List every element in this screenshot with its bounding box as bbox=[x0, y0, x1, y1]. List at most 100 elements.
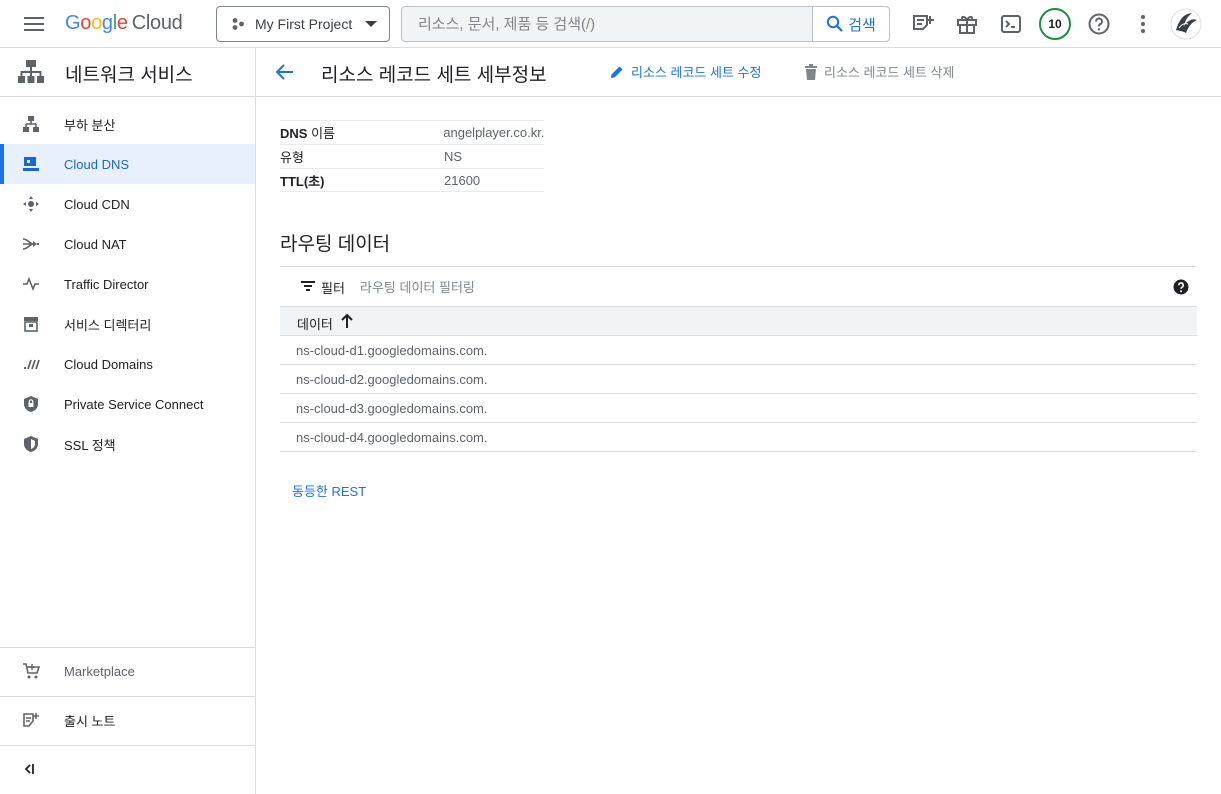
table-cell: ns-cloud-d1.googledomains.com. bbox=[296, 343, 488, 358]
dropdown-icon bbox=[365, 21, 377, 29]
property-value: 21600 bbox=[444, 172, 481, 188]
record-set-properties: DNS 이름 angelplayer.co.kr. 유형 NS TTL(초) 2… bbox=[280, 120, 544, 192]
avatar[interactable] bbox=[1170, 8, 1202, 40]
equivalent-rest-link[interactable]: 동등한 REST bbox=[292, 481, 366, 500]
sidebar-title: 네트워크 서비스 bbox=[65, 65, 193, 86]
cart-icon bbox=[22, 662, 40, 680]
sidebar-item-traffic-director[interactable]: Traffic Director bbox=[0, 264, 255, 304]
delete-record-set-label: 리소스 레코드 세트 삭제 bbox=[824, 65, 955, 80]
filter-label: 필터 bbox=[321, 281, 345, 296]
property-row-dns-name: DNS 이름 angelplayer.co.kr. bbox=[280, 120, 544, 144]
gift-icon[interactable] bbox=[955, 12, 979, 36]
ssl-policy-icon bbox=[22, 435, 40, 453]
property-key: TTL(초) bbox=[280, 173, 325, 189]
property-key: DNS 이름 bbox=[280, 126, 335, 141]
property-row-type: 유형 NS bbox=[280, 144, 544, 168]
network-services-icon bbox=[17, 59, 45, 85]
column-header-data[interactable]: 데이터 bbox=[280, 307, 1197, 336]
sidebar-item-label: Private Service Connect bbox=[64, 396, 204, 412]
release-notes-icon bbox=[22, 711, 40, 729]
routing-data-table: 필터 데이터 ns-cloud-d1.googledomains.com. ns… bbox=[280, 266, 1197, 452]
sidebar-item-label: 서비스 디렉터리 bbox=[64, 317, 152, 333]
table-row: ns-cloud-d1.googledomains.com. bbox=[280, 336, 1197, 365]
table-cell: ns-cloud-d4.googledomains.com. bbox=[296, 430, 488, 445]
table-row: ns-cloud-d3.googledomains.com. bbox=[280, 394, 1197, 423]
sidebar-divider bbox=[0, 745, 255, 746]
sidebar-header: 네트워크 서비스 bbox=[0, 48, 255, 97]
sidebar-item-private-service-connect[interactable]: Private Service Connect bbox=[0, 384, 255, 424]
property-row-ttl: TTL(초) 21600 bbox=[280, 168, 544, 192]
notes-icon[interactable] bbox=[911, 12, 935, 36]
sidebar-item-cloud-dns[interactable]: Cloud DNS bbox=[0, 144, 255, 184]
arrow-up-icon bbox=[340, 313, 354, 329]
project-icon bbox=[231, 17, 245, 31]
private-service-connect-icon bbox=[22, 395, 40, 413]
search-button[interactable]: 검색 bbox=[812, 7, 889, 41]
sidebar-item-service-directory[interactable]: 서비스 디렉터리 bbox=[0, 304, 255, 344]
sidebar-divider bbox=[0, 647, 255, 648]
search-bar: 검색 bbox=[401, 6, 890, 42]
sidebar-item-cloud-cdn[interactable]: Cloud CDN bbox=[0, 184, 255, 224]
dns-icon bbox=[22, 155, 40, 173]
help-icon[interactable] bbox=[1087, 12, 1111, 36]
project-name: My First Project bbox=[255, 16, 353, 32]
sidebar-item-label: SSL 정책 bbox=[64, 437, 116, 453]
sidebar-item-label: Cloud Domains bbox=[64, 356, 153, 372]
domains-icon bbox=[22, 355, 40, 373]
sidebar-item-cloud-domains[interactable]: Cloud Domains bbox=[0, 344, 255, 384]
notification-badge[interactable]: 10 bbox=[1039, 8, 1071, 40]
nat-icon bbox=[22, 235, 40, 253]
filter-bar: 필터 bbox=[280, 266, 1197, 307]
sidebar-item-label: Cloud CDN bbox=[64, 196, 130, 212]
collapse-sidebar-button[interactable] bbox=[0, 749, 255, 789]
table-row: ns-cloud-d2.googledomains.com. bbox=[280, 365, 1197, 394]
more-vert-icon[interactable] bbox=[1131, 12, 1155, 36]
search-button-label: 검색 bbox=[848, 16, 876, 34]
cdn-icon bbox=[22, 195, 40, 213]
page-title: 리소스 레코드 세트 세부정보 bbox=[321, 65, 547, 86]
table-cell: ns-cloud-d3.googledomains.com. bbox=[296, 401, 488, 416]
edit-record-set-button[interactable]: 리소스 레코드 세트 수정 bbox=[609, 62, 761, 81]
back-arrow-icon[interactable] bbox=[274, 61, 296, 83]
terminal-icon[interactable] bbox=[999, 12, 1023, 36]
google-cloud-logo[interactable]: Google Cloud bbox=[65, 12, 183, 35]
table-cell: ns-cloud-d2.googledomains.com. bbox=[296, 372, 488, 387]
service-directory-icon bbox=[22, 315, 40, 333]
sidebar: 네트워크 서비스 부하 분산 Cloud DNS Cloud CDN Cloud… bbox=[0, 48, 256, 794]
property-key: 유형 bbox=[280, 150, 304, 165]
menu-icon[interactable] bbox=[22, 13, 46, 35]
property-value: NS bbox=[444, 149, 463, 164]
top-bar: GoogleCloud My First Project 검색 10 bbox=[0, 0, 1221, 48]
filter-icon bbox=[301, 281, 315, 291]
trash-icon bbox=[804, 63, 818, 80]
edit-record-set-label: 리소스 레코드 세트 수정 bbox=[631, 65, 762, 80]
filter-input[interactable] bbox=[360, 274, 1120, 300]
sidebar-divider bbox=[0, 696, 255, 697]
sidebar-item-label: Cloud DNS bbox=[64, 156, 130, 172]
sidebar-item-ssl-policy[interactable]: SSL 정책 bbox=[0, 424, 255, 464]
search-icon bbox=[826, 15, 844, 33]
delete-record-set-button[interactable]: 리소스 레코드 세트 삭제 bbox=[804, 62, 954, 81]
column-header-label: 데이터 bbox=[297, 317, 333, 332]
routing-data-title: 라우팅 데이터 bbox=[280, 234, 391, 255]
table-row: ns-cloud-d4.googledomains.com. bbox=[280, 423, 1197, 452]
page-header: 리소스 레코드 세트 세부정보 리소스 레코드 세트 수정 리소스 레코드 세트… bbox=[256, 48, 1221, 97]
sidebar-item-label: Traffic Director bbox=[64, 276, 149, 292]
pencil-icon bbox=[609, 64, 625, 80]
sidebar-item-label: Cloud NAT bbox=[64, 236, 127, 252]
sidebar-item-load-balancing[interactable]: 부하 분산 bbox=[0, 104, 255, 144]
property-value: angelplayer.co.kr. bbox=[443, 125, 544, 140]
load-balancing-icon bbox=[22, 115, 40, 133]
help-circle-icon[interactable] bbox=[1173, 279, 1189, 295]
sidebar-item-release-notes[interactable]: 출시 노트 bbox=[0, 700, 255, 740]
sidebar-item-label: 출시 노트 bbox=[64, 713, 116, 729]
sidebar-item-label: 부하 분산 bbox=[64, 117, 116, 133]
collapse-icon bbox=[22, 760, 40, 778]
traffic-director-icon bbox=[22, 275, 40, 293]
sidebar-item-label: Marketplace bbox=[64, 663, 135, 679]
main-content: 리소스 레코드 세트 세부정보 리소스 레코드 세트 수정 리소스 레코드 세트… bbox=[256, 48, 1221, 794]
sidebar-item-marketplace[interactable]: Marketplace bbox=[0, 651, 255, 691]
project-selector[interactable]: My First Project bbox=[216, 6, 390, 42]
search-input[interactable] bbox=[402, 7, 813, 41]
sidebar-item-cloud-nat[interactable]: Cloud NAT bbox=[0, 224, 255, 264]
